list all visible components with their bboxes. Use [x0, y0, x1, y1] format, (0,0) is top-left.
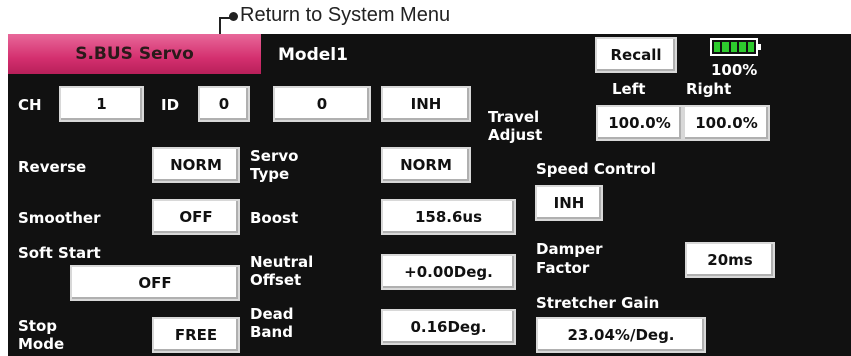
reverse-label: Reverse — [18, 158, 87, 176]
servo-type-label-line1: Servo — [250, 147, 299, 165]
speed-control-label: Speed Control — [536, 160, 656, 178]
boost-value: 158.6us — [414, 208, 483, 226]
inh-button[interactable]: INH — [381, 86, 471, 122]
travel-left-button[interactable]: 100.0% — [596, 105, 683, 141]
reverse-value: NORM — [170, 156, 222, 174]
servo-screen: S.BUS Servo Model1 Recall 100% CH 1 ID 0… — [8, 34, 851, 356]
id-button-2[interactable]: 0 — [273, 86, 371, 122]
dead-band-label-line1: Dead — [250, 305, 294, 323]
damper-factor-button[interactable]: 20ms — [685, 242, 775, 278]
recall-label: Recall — [610, 46, 662, 64]
speed-control-button[interactable]: INH — [535, 185, 603, 221]
servo-type-label-line2: Type — [250, 165, 290, 183]
battery-cell — [739, 42, 746, 52]
battery-cell — [730, 42, 738, 52]
smoother-label: Smoother — [18, 209, 101, 227]
ch-button[interactable]: 1 — [59, 86, 144, 122]
system-menu-return-tab[interactable]: S.BUS Servo — [8, 34, 261, 74]
neutral-offset-label-line1: Neutral — [250, 253, 314, 271]
battery-icon — [710, 38, 761, 56]
travel-right-button[interactable]: 100.0% — [683, 105, 770, 141]
stretcher-gain-button[interactable]: 23.04%/Deg. — [536, 317, 706, 353]
id-value-2: 0 — [316, 95, 328, 113]
servo-type-button[interactable]: NORM — [381, 147, 471, 183]
model-name: Model1 — [278, 45, 348, 65]
id-value-1: 0 — [218, 95, 230, 113]
travel-right-value: 100.0% — [695, 114, 758, 132]
damper-factor-label-line1: Damper — [536, 240, 603, 258]
neutral-offset-button[interactable]: +0.00Deg. — [381, 254, 516, 290]
inh-label: INH — [410, 95, 442, 113]
dead-band-button[interactable]: 0.16Deg. — [381, 309, 516, 345]
dead-band-value: 0.16Deg. — [410, 318, 487, 336]
stretcher-gain-label: Stretcher Gain — [536, 294, 660, 312]
reverse-button[interactable]: NORM — [152, 147, 240, 183]
callout-text: Return to System Menu — [240, 4, 451, 26]
stop-mode-button[interactable]: FREE — [152, 317, 240, 353]
speed-control-value: INH — [553, 194, 585, 212]
servo-type-value: NORM — [400, 156, 452, 174]
travel-right-label: Right — [686, 80, 732, 98]
smoother-button[interactable]: OFF — [152, 199, 240, 235]
dead-band-label-line2: Band — [250, 323, 293, 341]
travel-adjust-label-line2: Adjust — [488, 126, 543, 144]
travel-left-value: 100.0% — [608, 114, 671, 132]
ch-label: CH — [18, 96, 42, 114]
id-button-1[interactable]: 0 — [198, 86, 250, 122]
battery-percent: 100% — [711, 61, 758, 79]
boost-button[interactable]: 158.6us — [381, 199, 516, 235]
neutral-offset-value: +0.00Deg. — [404, 263, 493, 281]
recall-button[interactable]: Recall — [595, 37, 677, 73]
id-label: ID — [161, 96, 180, 114]
damper-factor-label-line2: Factor — [536, 259, 590, 277]
stop-mode-label-line2: Mode — [18, 335, 65, 353]
screen-title: S.BUS Servo — [75, 44, 194, 64]
battery-cell — [714, 42, 721, 52]
travel-left-label: Left — [612, 80, 646, 98]
battery-cell — [747, 42, 755, 52]
stretcher-gain-value: 23.04%/Deg. — [567, 326, 675, 344]
soft-start-button[interactable]: OFF — [70, 265, 240, 301]
callout-dot — [229, 12, 238, 21]
ch-value: 1 — [96, 95, 107, 113]
soft-start-value: OFF — [138, 274, 172, 292]
boost-label: Boost — [250, 209, 299, 227]
neutral-offset-label-line2: Offset — [250, 271, 302, 289]
smoother-value: OFF — [179, 208, 213, 226]
battery-cell — [722, 42, 729, 52]
travel-adjust-label-line1: Travel — [488, 108, 540, 126]
damper-factor-value: 20ms — [707, 251, 753, 269]
stop-mode-label-line1: Stop — [18, 317, 58, 335]
soft-start-label: Soft Start — [18, 244, 101, 262]
stop-mode-value: FREE — [174, 326, 218, 344]
